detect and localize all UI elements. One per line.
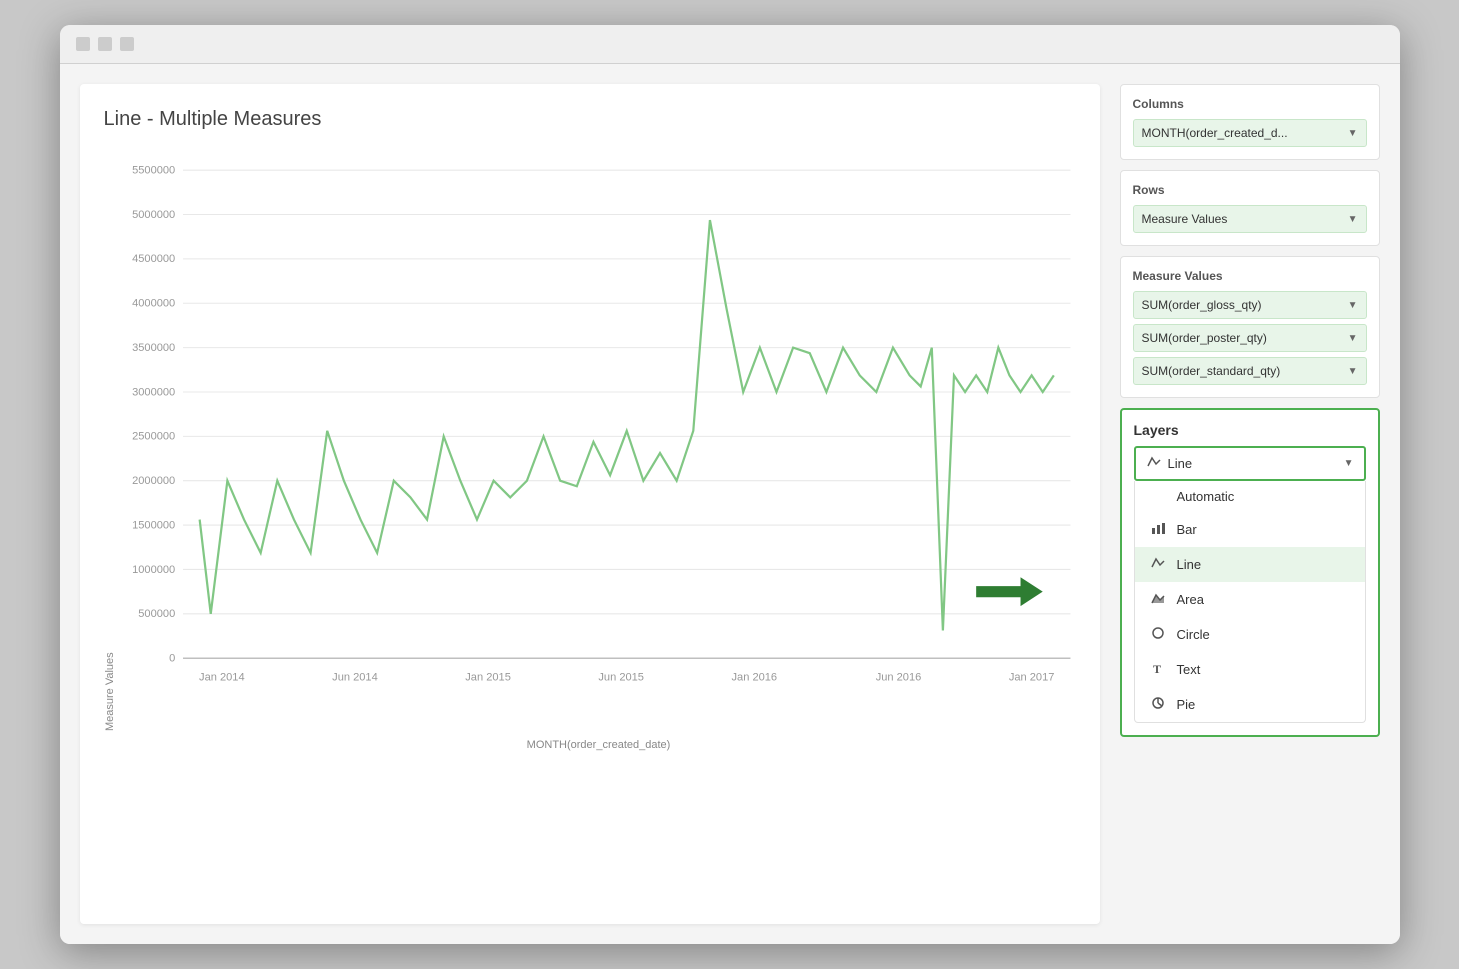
layers-section: Layers Line ▼ Automatic — [1120, 408, 1380, 737]
bar-icon — [1149, 520, 1167, 539]
menu-item-text[interactable]: T Text — [1135, 652, 1365, 687]
svg-text:Jan 2015: Jan 2015 — [465, 671, 511, 683]
svg-text:2500000: 2500000 — [132, 431, 175, 443]
traffic-light-3 — [120, 37, 134, 51]
columns-label: Columns — [1133, 97, 1367, 111]
right-panel: Columns MONTH(order_created_d... ▼ Rows … — [1120, 84, 1380, 924]
svg-text:Jan 2017: Jan 2017 — [1008, 671, 1054, 683]
svg-text:3000000: 3000000 — [132, 386, 175, 398]
measure-gloss-dropdown[interactable]: SUM(order_gloss_qty) ▼ — [1133, 291, 1367, 319]
x-axis-label: MONTH(order_created_date) — [122, 739, 1076, 751]
measure-standard-arrow: ▼ — [1348, 366, 1358, 377]
svg-text:0: 0 — [169, 653, 175, 665]
svg-text:Jun 2015: Jun 2015 — [598, 671, 644, 683]
traffic-light-1 — [76, 37, 90, 51]
menu-item-bar[interactable]: Bar — [1135, 512, 1365, 547]
svg-text:Jun 2016: Jun 2016 — [875, 671, 921, 683]
svg-text:1500000: 1500000 — [132, 519, 175, 531]
menu-item-pie[interactable]: Pie — [1135, 687, 1365, 722]
layers-dropdown[interactable]: Line ▼ — [1134, 446, 1366, 481]
traffic-light-2 — [98, 37, 112, 51]
chart-panel: Line - Multiple Measures Measure Values … — [80, 84, 1100, 924]
pie-icon — [1149, 695, 1167, 714]
measure-gloss-value: SUM(order_gloss_qty) — [1142, 298, 1262, 312]
measure-poster-arrow: ▼ — [1348, 333, 1358, 344]
layers-arrow: ▼ — [1344, 458, 1354, 469]
menu-item-text-label: Text — [1177, 662, 1201, 677]
svg-text:T: T — [1153, 662, 1161, 676]
menu-item-automatic-label: Automatic — [1177, 489, 1235, 504]
line-icon — [1149, 555, 1167, 574]
menu-item-area[interactable]: Area — [1135, 582, 1365, 617]
measure-poster-dropdown[interactable]: SUM(order_poster_qty) ▼ — [1133, 324, 1367, 352]
menu-item-area-label: Area — [1177, 592, 1204, 607]
chart-svg: 5500000 5000000 4500000 4000000 3500000 … — [122, 151, 1076, 733]
layers-dropdown-menu: Automatic Bar Line — [1134, 481, 1366, 723]
columns-section: Columns MONTH(order_created_d... ▼ — [1120, 84, 1380, 160]
rows-arrow: ▼ — [1348, 214, 1358, 225]
svg-text:5500000: 5500000 — [132, 164, 175, 176]
svg-text:3500000: 3500000 — [132, 342, 175, 354]
rows-section: Rows Measure Values ▼ — [1120, 170, 1380, 246]
svg-text:5000000: 5000000 — [132, 209, 175, 221]
line-small-icon — [1146, 454, 1162, 473]
rows-label: Rows — [1133, 183, 1367, 197]
menu-item-line[interactable]: Line — [1135, 547, 1365, 582]
svg-text:Jun 2014: Jun 2014 — [332, 671, 378, 683]
main-content: Line - Multiple Measures Measure Values … — [60, 64, 1400, 944]
layers-label: Layers — [1134, 422, 1366, 438]
menu-item-circle-label: Circle — [1177, 627, 1210, 642]
measure-values-label: Measure Values — [1133, 269, 1367, 283]
menu-item-automatic[interactable]: Automatic — [1135, 481, 1365, 512]
svg-text:4000000: 4000000 — [132, 298, 175, 310]
rows-dropdown[interactable]: Measure Values ▼ — [1133, 205, 1367, 233]
chart-title: Line - Multiple Measures — [104, 108, 1076, 131]
columns-value: MONTH(order_created_d... — [1142, 126, 1288, 140]
circle-icon — [1149, 625, 1167, 644]
area-icon — [1149, 590, 1167, 609]
svg-text:Jan 2014: Jan 2014 — [199, 671, 245, 683]
measure-poster-value: SUM(order_poster_qty) — [1142, 331, 1267, 345]
chart-area: Measure Values 5500000 5000000 4500000 4… — [104, 151, 1076, 731]
svg-text:1000000: 1000000 — [132, 564, 175, 576]
layers-selected-item: Line — [1146, 454, 1193, 473]
text-icon: T — [1149, 660, 1167, 679]
measure-standard-dropdown[interactable]: SUM(order_standard_qty) ▼ — [1133, 357, 1367, 385]
title-bar — [60, 25, 1400, 64]
columns-dropdown[interactable]: MONTH(order_created_d... ▼ — [1133, 119, 1367, 147]
menu-item-pie-label: Pie — [1177, 697, 1196, 712]
window-frame: Line - Multiple Measures Measure Values … — [60, 25, 1400, 944]
layers-selected-value: Line — [1168, 456, 1193, 471]
chart-svg-container: 5500000 5000000 4500000 4000000 3500000 … — [122, 151, 1076, 733]
measure-values-section: Measure Values SUM(order_gloss_qty) ▼ SU… — [1120, 256, 1380, 398]
menu-item-line-label: Line — [1177, 557, 1202, 572]
measure-gloss-arrow: ▼ — [1348, 300, 1358, 311]
svg-text:2000000: 2000000 — [132, 475, 175, 487]
y-axis-label: Measure Values — [104, 151, 116, 731]
measure-standard-value: SUM(order_standard_qty) — [1142, 364, 1281, 378]
columns-arrow: ▼ — [1348, 128, 1358, 139]
chart-inner: 5500000 5000000 4500000 4000000 3500000 … — [122, 151, 1076, 731]
svg-text:Jan 2016: Jan 2016 — [731, 671, 777, 683]
svg-text:500000: 500000 — [138, 608, 175, 620]
menu-item-bar-label: Bar — [1177, 522, 1197, 537]
menu-item-circle[interactable]: Circle — [1135, 617, 1365, 652]
rows-value: Measure Values — [1142, 212, 1228, 226]
svg-text:4500000: 4500000 — [132, 253, 175, 265]
